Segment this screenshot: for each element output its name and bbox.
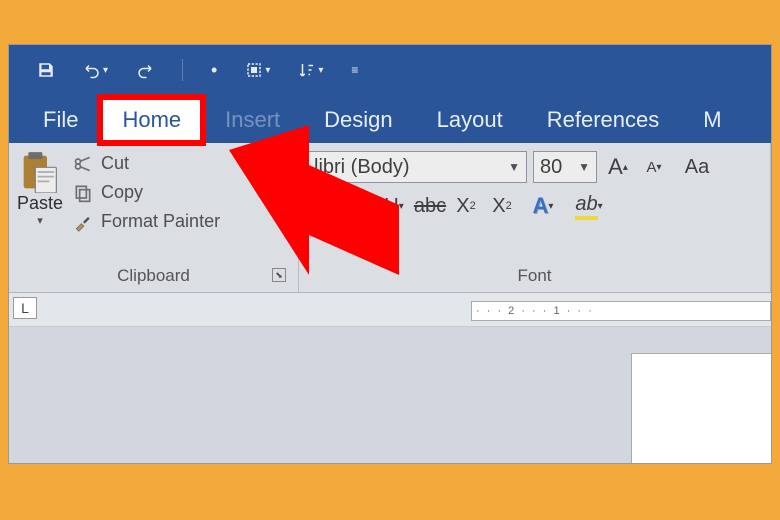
tab-layout[interactable]: Layout [415,97,525,143]
cut-button[interactable]: Cut [69,151,224,176]
tab-insert[interactable]: Insert [203,97,302,143]
tab-stop-selector[interactable]: L [13,297,37,319]
scissors-icon [73,154,93,174]
change-case-label: Aa [685,156,709,179]
horizontal-ruler[interactable]: · · · 2 · · · 1 · · · [471,301,771,321]
bold-button[interactable]: B [307,191,337,221]
chevron-down-icon: ▾ [318,65,323,76]
font-name-combo[interactable]: libri (Body) ▼ [307,151,527,183]
copy-label: Copy [101,182,143,203]
ribbon: Paste ▾ Cut Copy Format Paint [9,143,771,293]
tab-design[interactable]: Design [302,97,414,143]
chevron-down-icon: ▾ [103,65,108,76]
group-clipboard: Paste ▾ Cut Copy Format Paint [9,143,299,292]
font-size-combo[interactable]: 80 ▼ [533,151,597,183]
superscript-button[interactable]: X2 [487,191,517,221]
underline-button[interactable]: U▾ [379,191,409,221]
format-painter-label: Format Painter [101,211,220,232]
cut-label: Cut [101,153,129,174]
tab-home[interactable]: Home [100,97,203,143]
chevron-down-icon: ▼ [508,160,520,174]
clipboard-dialog-launcher[interactable]: ⬊ [272,268,286,282]
highlight-button[interactable]: ab▾ [569,191,609,221]
paste-button[interactable]: Paste ▾ [17,151,63,227]
italic-button[interactable]: I [343,191,373,221]
strikethrough-button[interactable]: abc [415,191,445,221]
format-painter-button[interactable]: Format Painter [69,209,224,234]
group-label-font: Font [307,264,762,290]
subscript-button[interactable]: X2 [451,191,481,221]
bullet-button[interactable]: • [211,60,217,81]
font-size-value: 80 [540,156,562,179]
text-effects-button[interactable]: A▾ [523,191,563,221]
separator [182,59,183,81]
customize-qat-button[interactable]: ≡ [351,63,358,77]
group-font: libri (Body) ▼ 80 ▼ A▴ A▾ [299,143,771,292]
quick-access-toolbar: ▾ • ▾ ▾ ≡ [9,45,771,95]
clipboard-paste-icon [21,151,59,193]
font-name-value: libri (Body) [314,156,410,179]
tab-file[interactable]: File [21,97,100,143]
tab-mailings[interactable]: M [681,97,743,143]
paintbrush-icon [73,212,93,232]
copy-icon [73,183,93,203]
group-label-clipboard: Clipboard ⬊ [17,264,290,290]
undo-button[interactable]: ▾ [83,61,108,79]
chevron-down-icon: ▾ [37,214,43,227]
copy-button[interactable]: Copy [69,180,224,205]
redo-button[interactable] [136,61,154,79]
shrink-font-button[interactable]: A▾ [639,152,669,182]
word-window: ▾ • ▾ ▾ ≡ File Home Insert Design Layout… [8,44,772,464]
chevron-down-icon: ▼ [578,160,590,174]
grow-font-button[interactable]: A▴ [603,152,633,182]
ribbon-tabs: File Home Insert Design Layout Reference… [9,95,771,143]
chevron-down-icon: ▾ [265,65,270,76]
document-page[interactable] [631,353,771,463]
ruler-area: L · · · 2 · · · 1 · · · [9,293,771,327]
selection-button[interactable]: ▾ [245,61,270,79]
sort-button[interactable]: ▾ [298,61,323,79]
change-case-button[interactable]: Aa [675,152,719,182]
paste-label: Paste [17,193,63,214]
tab-references[interactable]: References [525,97,682,143]
save-button[interactable] [37,61,55,79]
